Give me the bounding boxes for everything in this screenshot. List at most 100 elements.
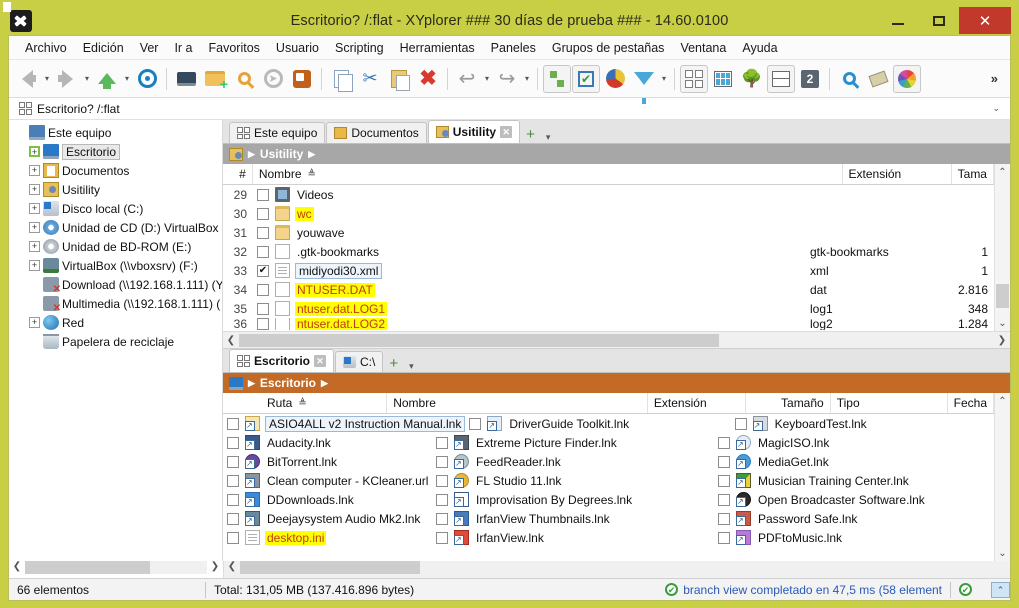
breadcrumb-separator-icon[interactable]: ▶ xyxy=(321,378,328,389)
tab-close-icon[interactable]: ✕ xyxy=(500,126,512,138)
menu-edicion[interactable]: Edición xyxy=(75,39,132,57)
table-row[interactable]: ↗ BitTorrent.lnk ↗ FeedReader.lnk xyxy=(223,452,994,471)
scroll-track[interactable] xyxy=(995,180,1010,315)
tree-horizontal-scrollbar[interactable]: ❮ ❯ xyxy=(9,561,223,578)
column-header-num[interactable]: # xyxy=(223,164,253,184)
table-row[interactable]: 34 NTUSER.DAT dat 2.816 xyxy=(223,280,994,299)
row-checkbox[interactable] xyxy=(735,418,747,430)
menu-ayuda[interactable]: Ayuda xyxy=(734,39,785,57)
status-ok-indicator[interactable]: ✔ xyxy=(951,579,985,600)
row-checkbox[interactable] xyxy=(436,513,448,525)
filter-icon[interactable] xyxy=(630,65,658,93)
scroll-down-icon[interactable]: ⌄ xyxy=(995,315,1010,331)
expander-icon[interactable]: + xyxy=(29,184,40,195)
menu-archivo[interactable]: Archivo xyxy=(17,39,75,57)
new-folder-icon[interactable] xyxy=(201,65,229,93)
row-checkbox[interactable] xyxy=(257,227,269,239)
row-checkbox[interactable] xyxy=(436,532,448,544)
scroll-track[interactable] xyxy=(240,561,1010,574)
menu-favoritos[interactable]: Favoritos xyxy=(201,39,268,57)
menu-scripting[interactable]: Scripting xyxy=(327,39,392,57)
tree-item-usitility[interactable]: + Usitility xyxy=(9,180,222,199)
row-checkbox[interactable] xyxy=(227,418,239,430)
expander-icon[interactable]: + xyxy=(29,203,40,214)
copy-to-icon[interactable] xyxy=(288,65,316,93)
row-checkbox[interactable] xyxy=(469,418,481,430)
cut-icon[interactable]: ✂ xyxy=(356,65,384,93)
tree-item-disco-local-c[interactable]: + Disco local (C:) xyxy=(9,199,222,218)
computer-icon[interactable] xyxy=(172,65,200,93)
tree-item-multimedia[interactable]: Multimedia (\\192.168.1.111) ( xyxy=(9,294,222,313)
column-header-nombre[interactable]: Nombre ≜ xyxy=(253,164,843,184)
scroll-thumb[interactable] xyxy=(25,561,150,574)
redo-icon[interactable]: ↪ xyxy=(493,65,521,93)
tab-usitility[interactable]: Usitility ✕ xyxy=(428,120,520,143)
top-pane-vertical-scrollbar[interactable]: ⌃ ⌄ xyxy=(994,164,1010,331)
scroll-up-icon[interactable]: ⌃ xyxy=(995,393,1010,409)
row-checkbox[interactable] xyxy=(718,456,730,468)
scroll-up-icon[interactable]: ⌃ xyxy=(991,582,1010,598)
copy-icon[interactable] xyxy=(327,65,355,93)
table-row[interactable]: ↗ Clean computer - KCleaner.url ↗ FL Stu… xyxy=(223,471,994,490)
find-icon[interactable] xyxy=(230,65,258,93)
close-button[interactable]: ✕ xyxy=(959,7,1011,34)
row-checkbox[interactable] xyxy=(257,318,269,330)
column-header-tipo[interactable]: Tipo xyxy=(831,393,948,413)
breadcrumb-separator-icon[interactable]: ▶ xyxy=(308,149,315,160)
table-row[interactable]: ↗ Audacity.lnk ↗ Extreme Picture Finder.… xyxy=(223,433,994,452)
dual-pane-icon[interactable]: 2 xyxy=(796,65,824,93)
row-checkbox[interactable]: ✔ xyxy=(257,265,269,277)
tab-list-dropdown-icon[interactable]: ▾ xyxy=(404,361,419,372)
scroll-left-icon[interactable]: ❮ xyxy=(224,561,240,578)
delete-icon[interactable]: ✖ xyxy=(414,65,442,93)
table-row[interactable]: 31 youwave xyxy=(223,223,994,242)
tree-item-documentos[interactable]: + Documentos xyxy=(9,161,222,180)
row-checkbox[interactable] xyxy=(227,456,239,468)
go-icon[interactable]: ➤ xyxy=(259,65,287,93)
menu-paneles[interactable]: Paneles xyxy=(483,39,544,57)
row-checkbox[interactable] xyxy=(257,208,269,220)
table-row[interactable]: 29 Videos xyxy=(223,185,994,204)
search-icon[interactable] xyxy=(835,65,863,93)
back-dropdown-icon[interactable]: ▾ xyxy=(42,67,52,91)
table-row[interactable]: 33 ✔ midiyodi30.xml xml 1 xyxy=(223,261,994,280)
scroll-left-icon[interactable]: ❮ xyxy=(223,335,239,346)
details-icon[interactable] xyxy=(709,65,737,93)
scroll-thumb[interactable] xyxy=(240,561,420,574)
column-header-fecha[interactable]: Fecha xyxy=(948,393,994,413)
tree-item-virtualbox-f[interactable]: + VirtualBox (\\vboxsrv) (F:) xyxy=(9,256,222,275)
top-pane-breadcrumb[interactable]: ▶ Usitility ▶ xyxy=(223,144,1010,164)
tree-item-download-y[interactable]: Download (\\192.168.1.111) (Y: xyxy=(9,275,222,294)
menu-grupos-pestanas[interactable]: Grupos de pestañas xyxy=(544,39,673,57)
scroll-track[interactable] xyxy=(25,561,207,574)
redo-dropdown-icon[interactable]: ▾ xyxy=(522,67,532,91)
row-checkbox[interactable] xyxy=(718,475,730,487)
row-checkbox[interactable] xyxy=(257,246,269,258)
menu-herramientas[interactable]: Herramientas xyxy=(392,39,483,57)
row-checkbox[interactable] xyxy=(227,494,239,506)
row-checkbox[interactable] xyxy=(257,189,269,201)
row-checkbox[interactable] xyxy=(227,532,239,544)
column-header-nombre[interactable]: Nombre xyxy=(387,393,648,413)
row-checkbox[interactable] xyxy=(257,303,269,315)
scroll-track[interactable] xyxy=(995,409,1010,545)
column-header-extension[interactable]: Extensión xyxy=(843,164,952,184)
row-checkbox[interactable] xyxy=(718,532,730,544)
expander-icon[interactable]: + xyxy=(29,260,40,271)
forward-icon[interactable] xyxy=(53,65,81,93)
disk-usage-icon[interactable] xyxy=(601,65,629,93)
table-row[interactable]: desktop.ini ↗ IrfanView.lnk ↗ xyxy=(223,528,994,547)
scroll-thumb[interactable] xyxy=(239,334,719,347)
row-checkbox[interactable] xyxy=(227,475,239,487)
thumbnails-icon[interactable] xyxy=(680,65,708,93)
toolbar-overflow-button[interactable]: » xyxy=(983,71,1006,86)
table-row[interactable]: 32 .gtk-bookmarks gtk-bookmarks 1 xyxy=(223,242,994,261)
undo-icon[interactable]: ↩ xyxy=(453,65,481,93)
maximize-button[interactable] xyxy=(918,7,959,34)
branch-view-icon[interactable] xyxy=(543,65,571,93)
expander-icon[interactable]: + xyxy=(29,317,40,328)
row-checkbox[interactable] xyxy=(436,494,448,506)
column-header-tamano[interactable]: Tama xyxy=(952,164,994,184)
scroll-right-icon[interactable]: ❯ xyxy=(207,561,223,578)
address-bar[interactable]: Escritorio? /:flat ⌄ xyxy=(9,98,1010,120)
